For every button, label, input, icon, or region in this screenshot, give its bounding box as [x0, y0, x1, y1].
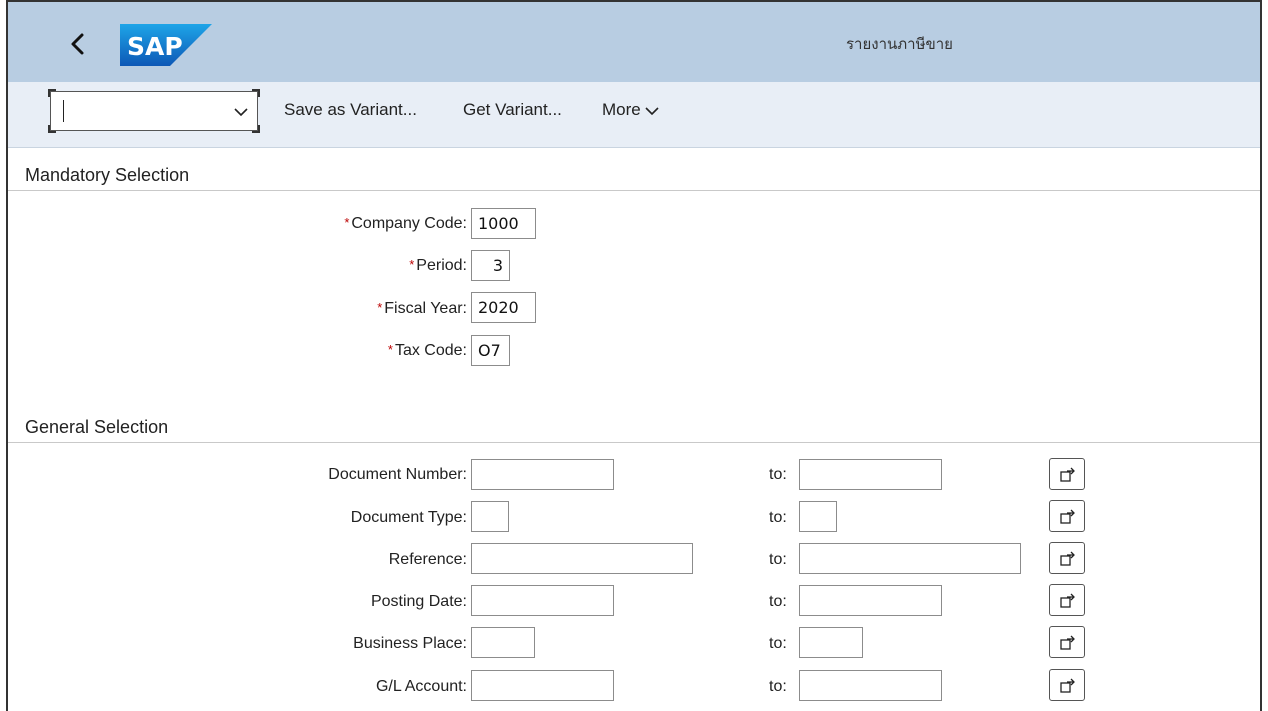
- period-label: * Period:: [409, 257, 467, 274]
- posting-date-label: Posting Date:: [370, 593, 467, 610]
- chevron-down-icon: [645, 106, 659, 115]
- fiscal-year-label: * Fiscal Year:: [377, 300, 467, 317]
- business-place-from-input[interactable]: [471, 627, 535, 658]
- posting-date-from-input[interactable]: [471, 585, 614, 616]
- to-label: to:: [769, 551, 787, 568]
- multiple-selection-icon: [1060, 467, 1075, 482]
- reference-label: Reference:: [388, 551, 467, 568]
- back-button[interactable]: [58, 24, 98, 64]
- chevron-left-icon: [71, 33, 84, 55]
- gl-account-label: G/L Account:: [375, 678, 467, 695]
- to-label: to:: [769, 509, 787, 526]
- document-number-label: Document Number:: [328, 466, 467, 483]
- business-place-to-input[interactable]: [799, 627, 863, 658]
- mandatory-section-title: Mandatory Selection: [25, 165, 190, 185]
- document-type-label: Document Type:: [350, 509, 467, 526]
- tax-code-label: * Tax Code:: [387, 342, 467, 359]
- svg-text:SAP: SAP: [127, 32, 183, 61]
- sap-logo: SAP: [120, 24, 212, 71]
- tax-code-input[interactable]: O7: [471, 335, 510, 366]
- gl-account-from-input[interactable]: [471, 670, 614, 701]
- shell-bar: SAP รายงานภาษีขาย: [8, 2, 1260, 82]
- section-divider: [8, 190, 1260, 191]
- multiple-selection-button[interactable]: [1049, 626, 1085, 658]
- to-label: to:: [769, 678, 787, 695]
- to-label: to:: [769, 635, 787, 652]
- reference-from-input[interactable]: [471, 543, 693, 574]
- multiple-selection-button[interactable]: [1049, 584, 1085, 616]
- reference-to-input[interactable]: [799, 543, 1021, 574]
- toolbar: Save as Variant... Get Variant... More: [8, 82, 1260, 148]
- multiple-selection-button[interactable]: [1049, 500, 1085, 532]
- to-label: to:: [769, 593, 787, 610]
- app-frame: SAP รายงานภาษีขาย Save as Variant... Get…: [6, 0, 1262, 711]
- chevron-down-icon: [234, 108, 248, 117]
- company-code-label: * Company Code:: [344, 215, 467, 232]
- document-number-to-input[interactable]: [799, 459, 942, 490]
- document-type-to-input[interactable]: [799, 501, 837, 532]
- document-number-from-input[interactable]: [471, 459, 614, 490]
- text-cursor: [63, 100, 64, 122]
- page-title: รายงานภาษีขาย: [846, 36, 953, 53]
- multiple-selection-button[interactable]: [1049, 542, 1085, 574]
- to-label: to:: [769, 466, 787, 483]
- period-input[interactable]: 3: [471, 250, 510, 281]
- more-button[interactable]: More: [602, 100, 659, 120]
- general-section-title: General Selection: [25, 417, 169, 437]
- company-code-input[interactable]: 1000: [471, 208, 536, 239]
- multiple-selection-button[interactable]: [1049, 458, 1085, 490]
- multiple-selection-icon: [1060, 678, 1075, 693]
- multiple-selection-icon: [1060, 593, 1075, 608]
- multiple-selection-button[interactable]: [1049, 669, 1085, 701]
- get-variant-button[interactable]: Get Variant...: [463, 100, 562, 120]
- save-as-variant-button[interactable]: Save as Variant...: [284, 100, 417, 120]
- posting-date-to-input[interactable]: [799, 585, 942, 616]
- more-label: More: [602, 100, 641, 119]
- variant-dropdown[interactable]: [48, 89, 260, 133]
- section-divider: [8, 442, 1260, 443]
- multiple-selection-icon: [1060, 635, 1075, 650]
- fiscal-year-input[interactable]: 2020: [471, 292, 536, 323]
- multiple-selection-icon: [1060, 509, 1075, 524]
- gl-account-to-input[interactable]: [799, 670, 942, 701]
- business-place-label: Business Place:: [353, 635, 467, 652]
- document-type-from-input[interactable]: [471, 501, 509, 532]
- multiple-selection-icon: [1060, 551, 1075, 566]
